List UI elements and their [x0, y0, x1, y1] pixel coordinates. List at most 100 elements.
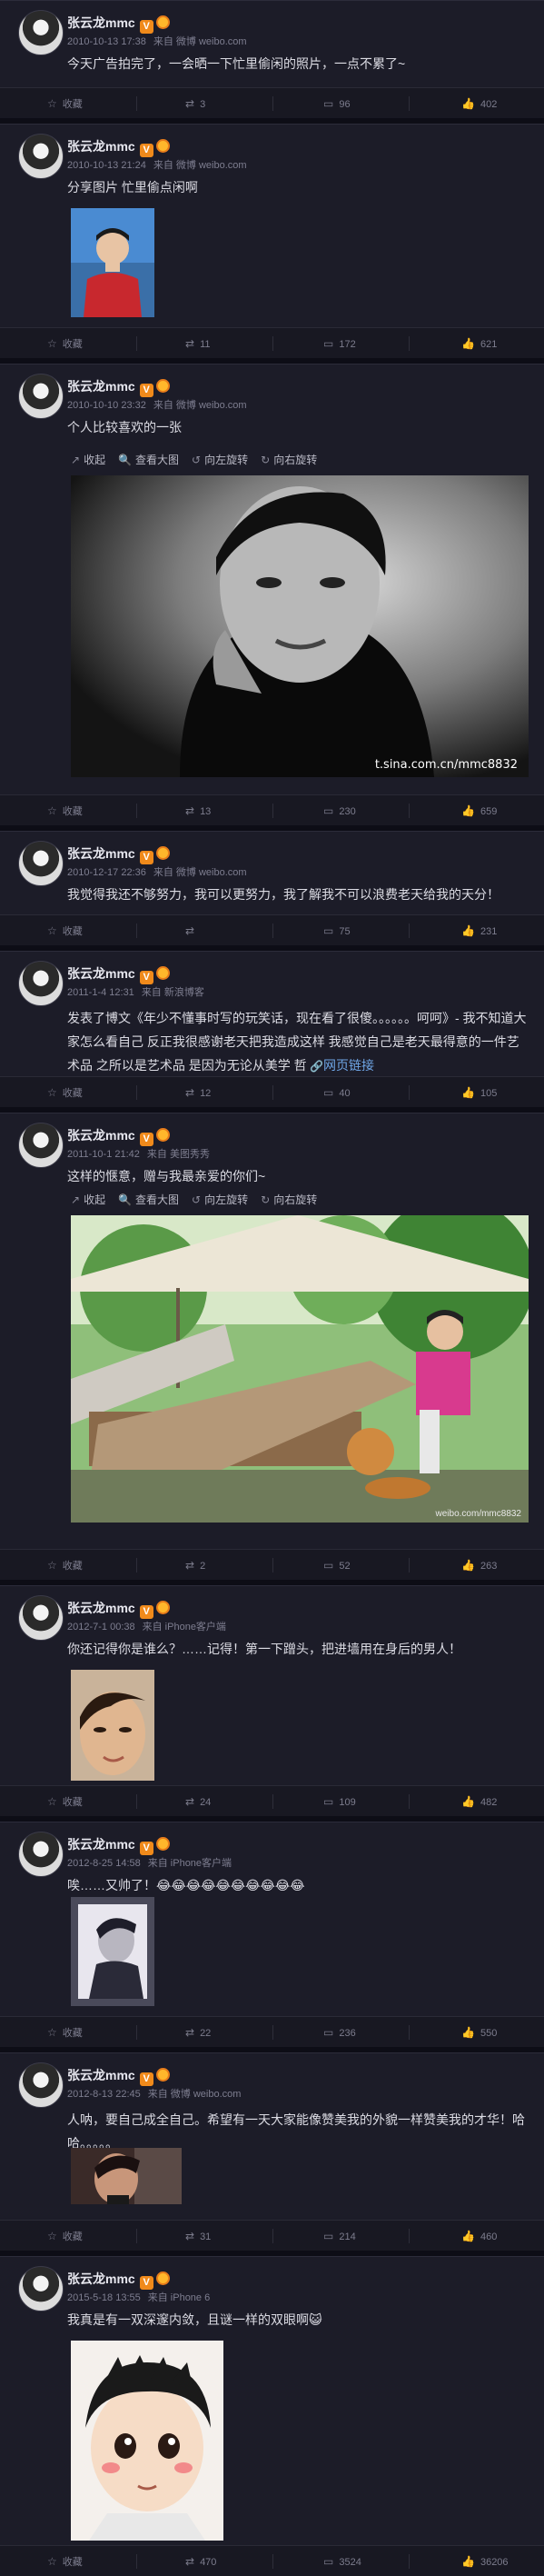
post-timestamp[interactable]: 2010-10-13 21:24: [67, 160, 146, 171]
avatar[interactable]: [18, 1123, 64, 1168]
collapse-button[interactable]: ↗ 收起: [71, 452, 105, 467]
avatar[interactable]: [18, 2266, 64, 2311]
post-timestamp[interactable]: 2010-10-13 17:38: [67, 36, 146, 47]
like-button[interactable]: 👍 659: [461, 795, 497, 826]
post-timestamp[interactable]: 2012-8-25 14:58: [67, 1858, 141, 1869]
comment-button[interactable]: ▭ 52: [323, 1550, 351, 1581]
favorite-button[interactable]: ☆ 收藏: [47, 795, 83, 826]
repost-button[interactable]: ⇄ 2: [185, 1550, 205, 1581]
avatar[interactable]: [18, 961, 64, 1006]
post-photo-thumbnail[interactable]: [71, 1670, 154, 1781]
username-link[interactable]: 张云龙mmc: [67, 2068, 135, 2082]
post-source[interactable]: 来自 微博 weibo.com: [153, 400, 247, 411]
comment-button[interactable]: ▭ 96: [323, 88, 351, 119]
like-button[interactable]: 👍 402: [461, 88, 497, 119]
repost-button[interactable]: ⇄ 24: [185, 1786, 211, 1817]
username-link[interactable]: 张云龙mmc: [67, 139, 135, 154]
avatar[interactable]: [18, 1595, 64, 1641]
like-button[interactable]: 👍 105: [461, 1077, 497, 1108]
favorite-button[interactable]: ☆ 收藏: [47, 915, 83, 946]
comment-button[interactable]: ▭ 40: [323, 1077, 351, 1108]
repost-button[interactable]: ⇄ 3: [185, 88, 205, 119]
username-link[interactable]: 张云龙mmc: [67, 1128, 135, 1143]
like-button[interactable]: 👍 36206: [461, 2546, 509, 2576]
like-button[interactable]: 👍 621: [461, 328, 497, 359]
rotate-left-button[interactable]: ↺ 向左旋转: [192, 1192, 248, 1207]
repost-button[interactable]: ⇄ 31: [185, 2221, 211, 2252]
post-photo-large[interactable]: t.sina.com.cn/mmc8832: [71, 475, 529, 777]
post-source[interactable]: 来自 微博 weibo.com: [148, 2089, 242, 2100]
repost-button-count: 3: [200, 99, 206, 110]
post-source[interactable]: 来自 新浪博客: [142, 987, 204, 998]
repost-button[interactable]: ⇄ 13: [185, 795, 211, 826]
avatar[interactable]: [18, 2062, 64, 2108]
like-button[interactable]: 👍 231: [461, 915, 497, 946]
repost-button[interactable]: ⇄ 11: [185, 328, 210, 359]
post-photo-large[interactable]: weibo.com/mmc8832: [71, 1215, 529, 1523]
post-source[interactable]: 来自 iPhone客户端: [148, 1858, 232, 1869]
post-timestamp[interactable]: 2011-10-1 21:42: [67, 1149, 140, 1160]
username-link[interactable]: 张云龙mmc: [67, 846, 135, 861]
avatar[interactable]: [18, 841, 64, 886]
like-button[interactable]: 👍 482: [461, 1786, 497, 1817]
username-link[interactable]: 张云龙mmc: [67, 2271, 135, 2286]
like-button[interactable]: 👍 460: [461, 2221, 497, 2252]
post-timestamp[interactable]: 2012-7-1 00:38: [67, 1622, 135, 1632]
favorite-button[interactable]: ☆ 收藏: [47, 1550, 83, 1581]
username-link[interactable]: 张云龙mmc: [67, 15, 135, 30]
avatar[interactable]: [18, 1832, 64, 1877]
post-photo-thumbnail[interactable]: [71, 1897, 154, 2006]
favorite-button[interactable]: ☆ 收藏: [47, 2017, 83, 2048]
rotate-right-button[interactable]: ↻ 向右旋转: [261, 1192, 317, 1207]
post-source[interactable]: 来自 iPhone 6: [148, 2292, 210, 2303]
username-link[interactable]: 张云龙mmc: [67, 966, 135, 981]
like-button[interactable]: 👍 550: [461, 2017, 497, 2048]
post-photo-thumbnail[interactable]: [71, 208, 154, 317]
view-large-button[interactable]: 🔍 查看大图: [118, 1192, 179, 1207]
comment-button[interactable]: ▭ 75: [323, 915, 351, 946]
view-large-button[interactable]: 🔍 查看大图: [118, 452, 179, 467]
comment-button[interactable]: ▭ 109: [323, 1786, 356, 1817]
avatar[interactable]: [18, 374, 64, 419]
post-source[interactable]: 来自 美图秀秀: [147, 1149, 210, 1160]
repost-button[interactable]: ⇄ 470: [185, 2546, 216, 2576]
username-link[interactable]: 张云龙mmc: [67, 1837, 135, 1852]
repost-button[interactable]: ⇄ 22: [185, 2017, 211, 2048]
comment-button[interactable]: ▭ 214: [323, 2221, 356, 2252]
comment-button[interactable]: ▭ 230: [323, 795, 356, 826]
post-photo-thumbnail[interactable]: [71, 2148, 182, 2204]
rotate-right-button[interactable]: ↻ 向右旋转: [261, 452, 317, 467]
post-source[interactable]: 来自 微博 weibo.com: [153, 867, 247, 878]
post-timestamp[interactable]: 2010-10-10 23:32: [67, 400, 146, 411]
post-photo-thumbnail[interactable]: [71, 2341, 223, 2541]
repost-button[interactable]: ⇄: [185, 915, 200, 946]
post-source[interactable]: 来自 微博 weibo.com: [153, 36, 247, 47]
post-source[interactable]: 来自 iPhone客户端: [143, 1622, 226, 1632]
post-timestamp[interactable]: 2012-8-13 22:45: [67, 2089, 141, 2100]
post-timestamp[interactable]: 2010-12-17 22:36: [67, 867, 146, 878]
post-source[interactable]: 来自 微博 weibo.com: [153, 160, 247, 171]
repost-button[interactable]: ⇄ 12: [185, 1077, 211, 1108]
post-timestamp[interactable]: 2011-1-4 12:31: [67, 987, 134, 998]
collapse-button[interactable]: ↗ 收起: [71, 1192, 105, 1207]
post-timestamp[interactable]: 2015-5-18 13:55: [67, 2292, 141, 2303]
comment-button[interactable]: ▭ 172: [323, 328, 356, 359]
comment-icon: ▭: [323, 1795, 334, 1808]
rotate-left-button[interactable]: ↺ 向左旋转: [192, 452, 248, 467]
favorite-button[interactable]: ☆ 收藏: [47, 2221, 83, 2252]
like-icon: 👍: [461, 2555, 475, 2568]
username-link[interactable]: 张云龙mmc: [67, 1601, 135, 1615]
favorite-button[interactable]: ☆ 收藏: [47, 328, 83, 359]
like-button[interactable]: 👍 263: [461, 1550, 497, 1581]
comment-button[interactable]: ▭ 236: [323, 2017, 356, 2048]
avatar[interactable]: [18, 134, 64, 179]
favorite-button[interactable]: ☆ 收藏: [47, 88, 83, 119]
favorite-button[interactable]: ☆ 收藏: [47, 2546, 83, 2576]
username-row: 张云龙mmc V: [67, 1835, 170, 1855]
web-link[interactable]: 网页链接: [323, 1058, 374, 1073]
favorite-button[interactable]: ☆ 收藏: [47, 1077, 83, 1108]
comment-button[interactable]: ▭ 3524: [323, 2546, 361, 2576]
username-link[interactable]: 张云龙mmc: [67, 379, 135, 394]
favorite-button[interactable]: ☆ 收藏: [47, 1786, 83, 1817]
avatar[interactable]: [18, 10, 64, 55]
